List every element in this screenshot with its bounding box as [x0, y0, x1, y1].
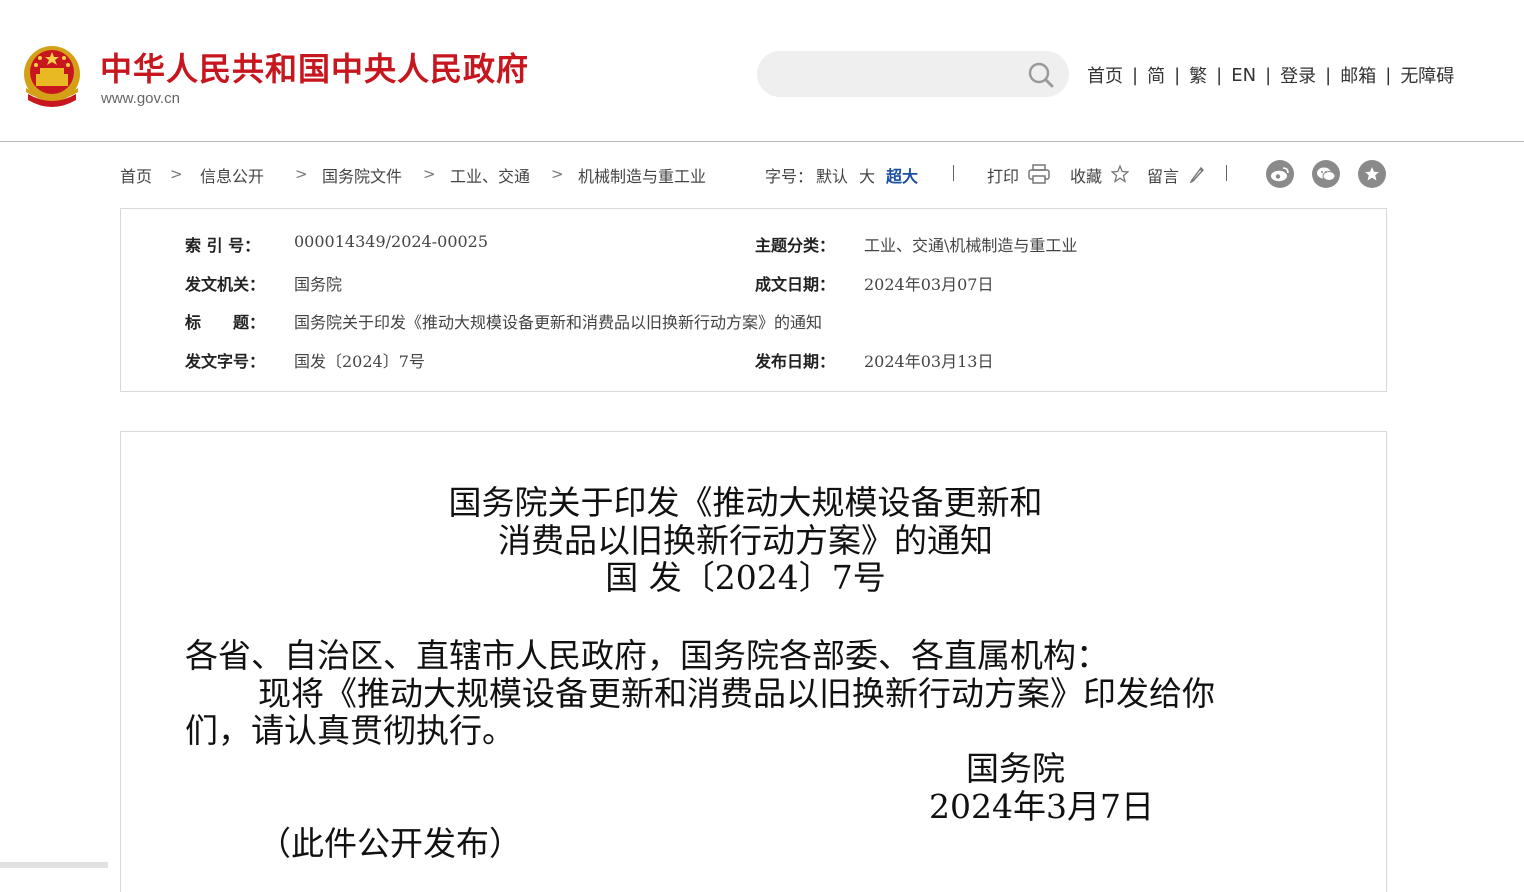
article-date: 2024年3月7日: [929, 787, 1154, 826]
nav-separator: |: [1325, 64, 1332, 86]
breadcrumb: 首页 > 信息公开 > 国务院文件 > 工业、交通 > 机械制造与重工业 字号：…: [120, 160, 1388, 190]
article-publish-note: （此件公开发布）: [258, 824, 522, 863]
article-title-line-1: 国务院关于印发《推动大规模设备更新和: [448, 483, 1043, 522]
breadcrumb-industry-transport[interactable]: 工业、交通: [450, 163, 530, 187]
publish-date-value: 2024年03月13日: [864, 352, 994, 371]
star-icon[interactable]: [1111, 165, 1129, 183]
article-salutation: 各省、自治区、直辖市人民政府，国务院各部委、各直属机构：: [185, 636, 1109, 675]
weibo-icon[interactable]: [1266, 160, 1294, 188]
site-name[interactable]: 中华人民共和国中央人民政府: [100, 44, 529, 90]
divider: [953, 165, 954, 181]
topic-value: 工业、交通\机械制造与重工业: [864, 236, 1078, 255]
site-header: 中华人民共和国中央人民政府 www.gov.cn 首页 | 简 | 繁 | EN…: [0, 0, 1524, 142]
title-label: 标 题：: [185, 313, 266, 332]
nav-accessibility-link[interactable]: 无障碍: [1400, 62, 1454, 88]
search-icon[interactable]: [1027, 61, 1055, 89]
font-size-large[interactable]: 大: [859, 163, 875, 187]
national-emblem-icon: [24, 46, 80, 107]
nav-separator: |: [1174, 64, 1181, 86]
nav-home-link[interactable]: 首页: [1087, 62, 1123, 88]
font-size-xlarge[interactable]: 超大: [886, 163, 918, 187]
nav-separator: |: [1265, 64, 1272, 86]
wechat-icon[interactable]: [1312, 160, 1340, 188]
index-no-value: 000014349/2024-00025: [294, 232, 489, 251]
printer-icon[interactable]: [1028, 164, 1050, 184]
publish-date-label: 发布日期：: [755, 352, 836, 371]
index-no-label: 索 引 号：: [185, 236, 261, 255]
nav-separator: |: [1385, 64, 1392, 86]
topic-label: 主题分类：: [755, 236, 836, 255]
pencil-icon[interactable]: [1189, 165, 1205, 183]
chevron-right-icon: >: [423, 165, 436, 183]
breadcrumb-machinery[interactable]: 机械制造与重工业: [578, 163, 706, 187]
print-button[interactable]: 打印: [987, 163, 1019, 187]
comment-button[interactable]: 留言: [1147, 163, 1179, 187]
article-doc-number: 国 发〔2024〕7号: [605, 558, 886, 597]
issuer-value: 国务院: [294, 275, 343, 294]
favorite-button[interactable]: 收藏: [1070, 163, 1102, 187]
search-input[interactable]: [775, 62, 1019, 88]
search-box: [757, 51, 1069, 97]
nav-login-link[interactable]: 登录: [1280, 62, 1316, 88]
breadcrumb-info-disclosure[interactable]: 信息公开: [200, 163, 264, 187]
star-share-icon[interactable]: [1358, 160, 1386, 188]
article-body-line-2: 们，请认真贯彻执行。: [185, 711, 515, 750]
article-body-line-1: 现将《推动大规模设备更新和消费品以旧换新行动方案》印发给你: [258, 674, 1215, 713]
breadcrumb-state-council-docs[interactable]: 国务院文件: [322, 163, 402, 187]
chevron-right-icon: >: [170, 165, 183, 183]
horizontal-scrollbar[interactable]: [0, 862, 108, 868]
issuer-label: 发文机关：: [185, 275, 266, 294]
doc-no-value: 国发〔2024〕7号: [294, 352, 425, 371]
title-value: 国务院关于印发《推动大规模设备更新和消费品以旧换新行动方案》的通知: [294, 313, 823, 332]
nav-mail-link[interactable]: 邮箱: [1340, 62, 1376, 88]
top-nav: 首页 | 简 | 繁 | EN | 登录 | 邮箱 | 无障碍: [1087, 62, 1454, 88]
chevron-right-icon: >: [551, 165, 564, 183]
document-metadata: 索 引 号： 000014349/2024-00025 主题分类： 工业、交通\…: [120, 208, 1387, 392]
nav-simplified-link[interactable]: 简: [1147, 62, 1165, 88]
article-signer: 国务院: [966, 749, 1065, 788]
written-date-value: 2024年03月07日: [864, 275, 994, 294]
nav-english-link[interactable]: EN: [1231, 65, 1256, 86]
divider: [1226, 165, 1227, 181]
font-size-default[interactable]: 默认: [816, 163, 848, 187]
nav-separator: |: [1132, 64, 1139, 86]
article-title-line-2: 消费品以旧换新行动方案》的通知: [498, 521, 993, 560]
nav-separator: |: [1216, 64, 1223, 86]
breadcrumb-home[interactable]: 首页: [120, 163, 152, 187]
doc-no-label: 发文字号：: [185, 352, 266, 371]
site-url[interactable]: www.gov.cn: [101, 90, 180, 107]
written-date-label: 成文日期：: [755, 275, 836, 294]
nav-traditional-link[interactable]: 繁: [1189, 62, 1207, 88]
chevron-right-icon: >: [295, 165, 308, 183]
article-body: 国务院关于印发《推动大规模设备更新和 消费品以旧换新行动方案》的通知 国 发〔2…: [120, 431, 1387, 892]
font-size-label: 字号：: [765, 167, 814, 186]
